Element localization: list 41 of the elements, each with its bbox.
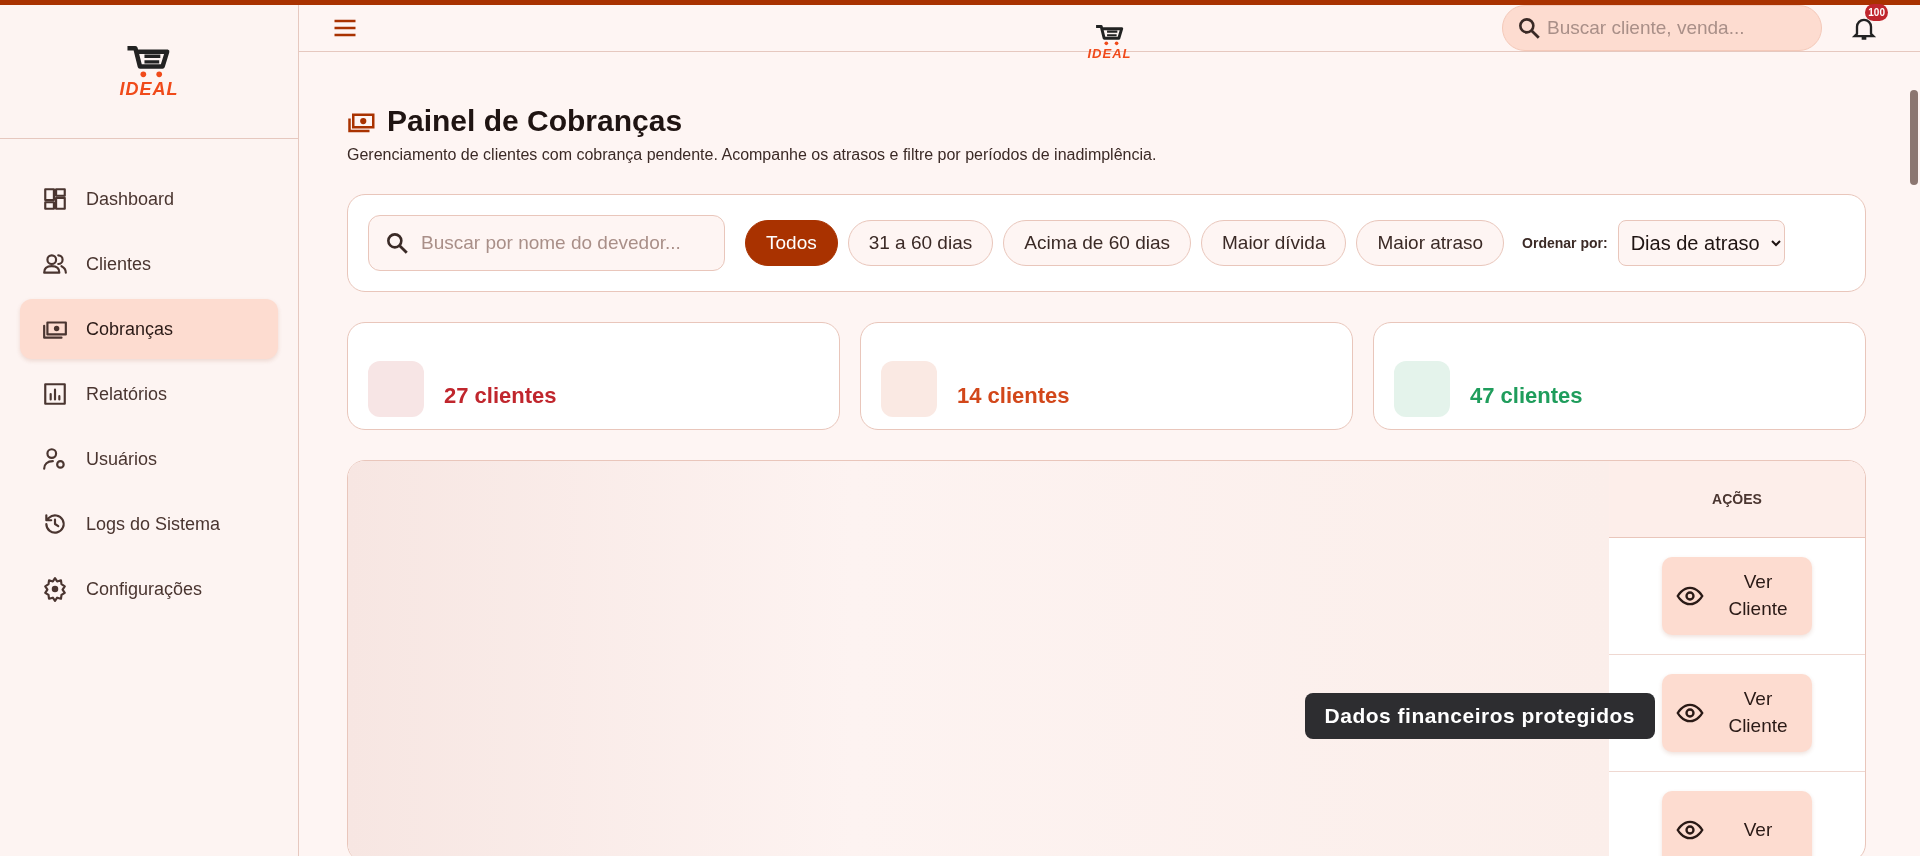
sidebar-item[interactable]: Cobranças: [20, 299, 278, 359]
scrollbar-thumb[interactable]: [1910, 90, 1918, 185]
sidebar-item[interactable]: Configurações: [20, 559, 278, 619]
users-icon: [42, 251, 68, 277]
user-gear-icon: [42, 446, 68, 472]
cart-icon: [126, 45, 172, 80]
history-icon: [42, 511, 68, 537]
icon-tile: [1394, 361, 1450, 417]
client-count: 47 clientes: [1470, 383, 1583, 410]
view-client-button[interactable]: Ver: [1662, 791, 1812, 856]
sidebar-item[interactable]: Logs do Sistema: [20, 494, 278, 554]
privacy-tooltip: Dados financeiros protegidos: [1304, 693, 1655, 739]
cart-icon: [1094, 25, 1125, 47]
logo: IDEAL: [119, 45, 179, 98]
sidebar-item[interactable]: Clientes: [20, 234, 278, 294]
page-subtitle: Gerenciamento de clientes com cobrança pendente. Acompanhe os atrasos e filtre por períodos de inadimplência.: [347, 146, 1158, 164]
client-count: 14 clientes: [957, 383, 1070, 410]
filter-chip[interactable]: Maior dívida: [1201, 220, 1347, 266]
column-header: AÇÕES: [1711, 490, 1763, 509]
client-count: 27 clientes: [444, 383, 557, 410]
page-title: Painel de Cobranças: [387, 104, 683, 138]
notification-badge: 100: [1865, 4, 1888, 21]
view-client-button[interactable]: Ver Cliente: [1662, 674, 1812, 752]
icon-tile: [368, 361, 424, 417]
dashboard-icon: [42, 186, 68, 212]
view-client-button[interactable]: Ver Cliente: [1662, 557, 1812, 635]
search-field[interactable]: Buscar por nome do devedor...: [368, 215, 725, 271]
chart-icon: [42, 381, 68, 407]
sidebar-item[interactable]: Usuários: [20, 429, 278, 489]
sort-label: Ordenar por:: [1522, 235, 1608, 251]
search-field[interactable]: Buscar cliente, venda...: [1502, 5, 1822, 51]
sidebar-item[interactable]: Relatórios: [20, 364, 278, 424]
filter-chip[interactable]: Todos: [745, 220, 838, 266]
gear-icon: [42, 576, 68, 602]
sidebar-item[interactable]: Dashboard: [20, 169, 278, 229]
icon-tile: [881, 361, 937, 417]
logo: IDEAL: [1087, 25, 1132, 60]
filter-chip[interactable]: 31 a 60 dias: [847, 220, 994, 266]
sort-dropdown[interactable]: Dias de atraso: [1617, 220, 1785, 266]
filter-chip[interactable]: Acima de 60 dias: [1003, 220, 1191, 266]
filter-chip[interactable]: Maior atraso: [1356, 220, 1505, 266]
